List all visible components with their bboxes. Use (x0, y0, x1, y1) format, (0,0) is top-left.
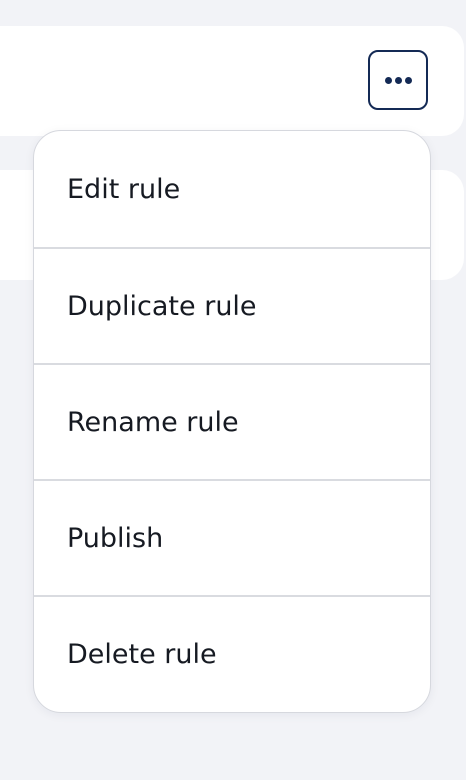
menu-item-rename-rule[interactable]: Rename rule (34, 363, 430, 479)
screen: Edit rule Duplicate rule Rename rule Pub… (0, 0, 466, 780)
more-options-button[interactable] (368, 50, 428, 110)
dot (394, 76, 402, 84)
more-horizontal-icon (384, 76, 412, 84)
menu-item-delete-rule[interactable]: Delete rule (34, 595, 430, 711)
menu-item-publish[interactable]: Publish (34, 479, 430, 595)
dot (384, 76, 392, 84)
menu-item-duplicate-rule[interactable]: Duplicate rule (34, 247, 430, 363)
menu-item-edit-rule[interactable]: Edit rule (34, 131, 430, 247)
actions-dropdown-menu: Edit rule Duplicate rule Rename rule Pub… (33, 130, 431, 713)
dot (404, 76, 412, 84)
